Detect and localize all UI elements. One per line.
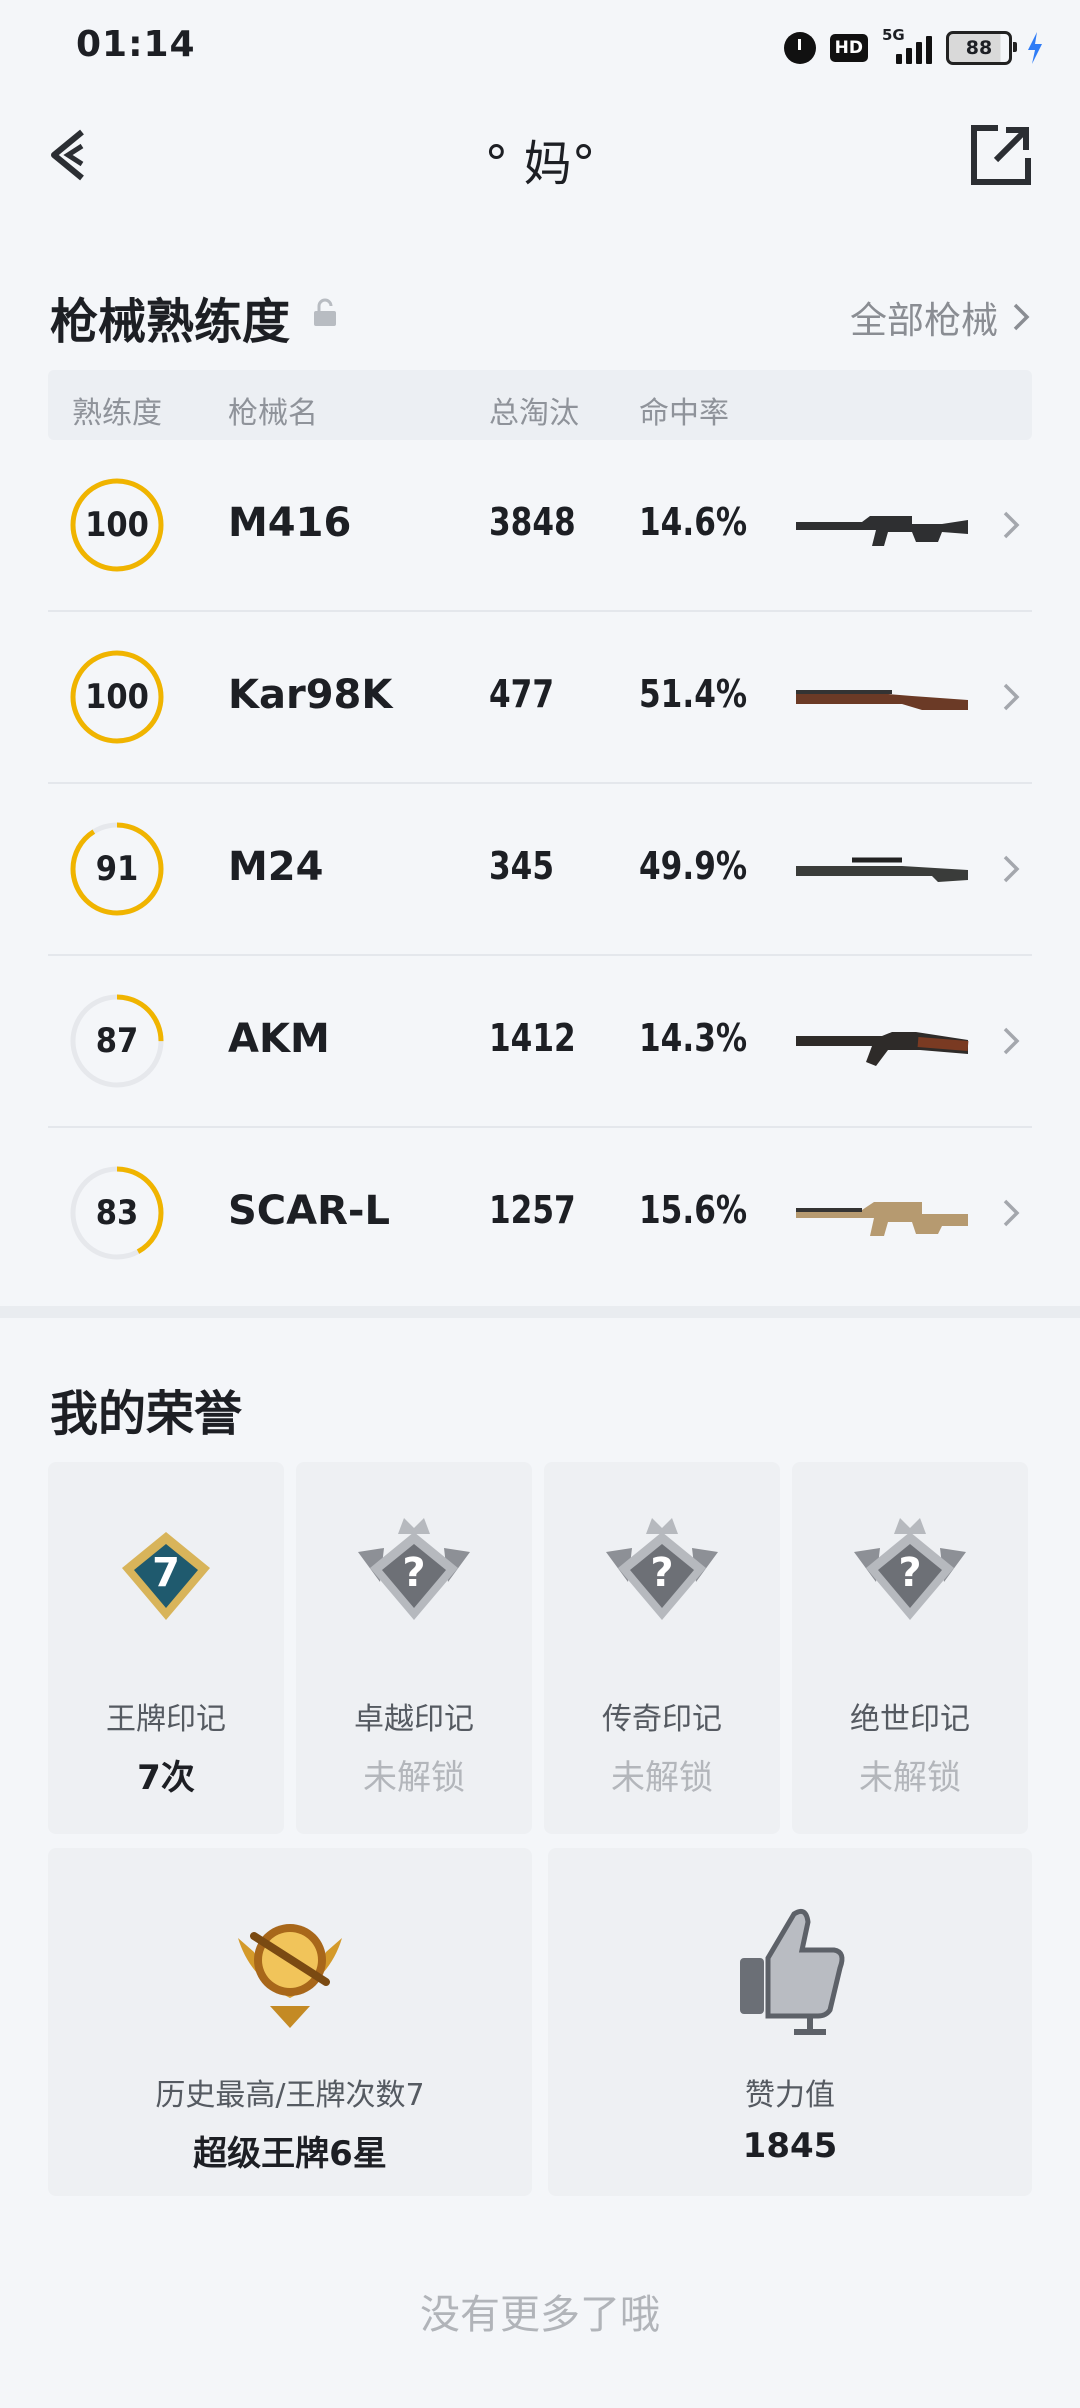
highest-rank-value: 超级王牌6星 [193, 2134, 387, 2174]
honors-title: 我的荣誉 [50, 1386, 243, 1442]
locked-mark-badge-icon: ? [854, 1518, 966, 1620]
weapon-row[interactable]: 87 AKM 1412 14.3% [48, 956, 1032, 1128]
weapon-table-header: 熟练度 枪械名 总淘汰 命中率 [48, 370, 1032, 440]
honor-name: 绝世印记 [850, 1702, 970, 1737]
chevron-right-icon [1013, 303, 1030, 331]
col-weapon-name: 枪械名 [228, 396, 318, 431]
page-title: ° 妈° [484, 136, 596, 192]
mastery-value: 100 [85, 505, 149, 545]
honor-name: 卓越印记 [354, 1702, 474, 1737]
honor-grid: 7 王牌印记 7次? 卓越印记 未解锁? 传奇印记 未解锁? 绝世印记 未解锁 [48, 1462, 1032, 1834]
badge-text: ? [650, 1550, 673, 1596]
col-accuracy: 命中率 [639, 396, 729, 431]
col-mastery: 熟练度 [72, 396, 162, 431]
kar98k-rifle-icon [796, 690, 968, 710]
top-nav: ° 妈° [0, 96, 1080, 216]
honor-name: 传奇印记 [602, 1702, 722, 1737]
honor-name: 王牌印记 [106, 1702, 226, 1737]
highest-rank-card[interactable]: 历史最高/王牌次数7 超级王牌6星 [48, 1848, 532, 2196]
weapon-name: AKM [228, 1016, 330, 1062]
charging-icon [1028, 32, 1042, 64]
mastery-value: 91 [95, 849, 139, 889]
honor-card[interactable]: ? 卓越印记未解锁 [296, 1462, 532, 1834]
weapon-accuracy: 15.6% [639, 1188, 748, 1232]
akm-rifle-icon [796, 1032, 969, 1066]
weapon-name: Kar98K [228, 672, 393, 718]
chevron-right-icon [1003, 511, 1020, 539]
thumbs-up-icon [740, 1908, 845, 2035]
section-divider [0, 1306, 1080, 1318]
mastery-value: 87 [95, 1021, 139, 1061]
m24-rifle-icon [796, 857, 968, 882]
weapon-row[interactable]: 83 SCAR-L 1257 15.6% [48, 1128, 1032, 1298]
m416-rifle-icon [796, 516, 968, 546]
all-weapons-label: 全部枪械 [850, 299, 998, 342]
weapon-mastery-title: 枪械熟练度 [50, 294, 291, 350]
status-icons: HD 5G 88 [783, 26, 1044, 68]
weapon-accuracy: 51.4% [639, 672, 748, 716]
ace-rank-emblem-icon [238, 1924, 342, 2028]
alarm-icon [783, 32, 816, 64]
weapon-kills: 345 [489, 844, 555, 888]
weapon-list: 100 M416 3848 14.6% 100 Kar98K 477 51.4% 91 M24 34… [48, 440, 1032, 1298]
signal-icon: 5G [882, 26, 932, 64]
honor-value: 未解锁 [363, 1758, 465, 1798]
likes-label: 赞力值 [745, 2078, 835, 2113]
weapon-accuracy: 14.6% [639, 500, 748, 544]
chevron-right-icon [1003, 683, 1020, 711]
honor-value: 未解锁 [859, 1758, 961, 1798]
battery-level: 88 [965, 37, 993, 59]
share-icon[interactable] [968, 122, 1034, 188]
network-type: 5G [882, 26, 905, 44]
hd-badge: HD [829, 34, 868, 62]
scarl-rifle-icon [796, 1202, 968, 1236]
honor-card[interactable]: ? 传奇印记未解锁 [544, 1462, 780, 1834]
col-total-kills: 总淘汰 [489, 396, 579, 431]
badge-text: ? [898, 1550, 921, 1596]
weapon-kills: 1412 [489, 1016, 576, 1060]
honor-card[interactable]: ? 绝世印记未解锁 [792, 1462, 1028, 1834]
chevron-right-icon [1003, 1027, 1020, 1055]
weapon-name: SCAR-L [228, 1188, 391, 1234]
locked-mark-badge-icon: ? [606, 1518, 718, 1620]
unlock-icon[interactable] [312, 298, 338, 328]
all-weapons-link[interactable]: 全部枪械 [850, 290, 1030, 344]
weapon-kills: 3848 [489, 500, 576, 544]
chevron-right-icon [1003, 1199, 1020, 1227]
locked-mark-badge-icon: ? [358, 1518, 470, 1620]
weapon-row[interactable]: 100 Kar98K 477 51.4% [48, 612, 1032, 784]
likes-value: 1845 [742, 2126, 838, 2166]
mastery-value: 83 [95, 1193, 139, 1233]
weapon-kills: 477 [489, 672, 555, 716]
status-bar: 01:14 HD 5G 88 [0, 0, 1080, 96]
likes-card[interactable]: 赞力值 1845 [548, 1848, 1032, 2196]
chevron-right-icon [1003, 855, 1020, 883]
weapon-kills: 1257 [489, 1188, 576, 1232]
mastery-value: 100 [85, 677, 149, 717]
ace-mark-badge-icon: 7 [122, 1532, 210, 1620]
weapon-row[interactable]: 91 M24 345 49.9% [48, 784, 1032, 956]
no-more-footer: 没有更多了哦 [420, 2292, 660, 2338]
weapon-accuracy: 49.9% [639, 844, 748, 888]
honor-card[interactable]: 7 王牌印记 7次 [48, 1462, 284, 1834]
weapon-mastery-header: 枪械熟练度 全部枪械 [50, 282, 1030, 350]
weapon-name: M416 [228, 500, 352, 546]
highest-rank-label: 历史最高/王牌次数7 [155, 2078, 425, 2113]
weapon-name: M24 [228, 844, 324, 890]
badge-text: ? [402, 1550, 425, 1596]
badge-text: 7 [152, 1550, 180, 1596]
status-time: 01:14 [76, 24, 196, 65]
weapon-accuracy: 14.3% [639, 1016, 748, 1060]
honor-value: 7次 [137, 1758, 195, 1798]
battery-icon: 88 [946, 31, 1017, 65]
weapon-row[interactable]: 100 M416 3848 14.6% [48, 440, 1032, 612]
honor-value: 未解锁 [611, 1758, 713, 1798]
